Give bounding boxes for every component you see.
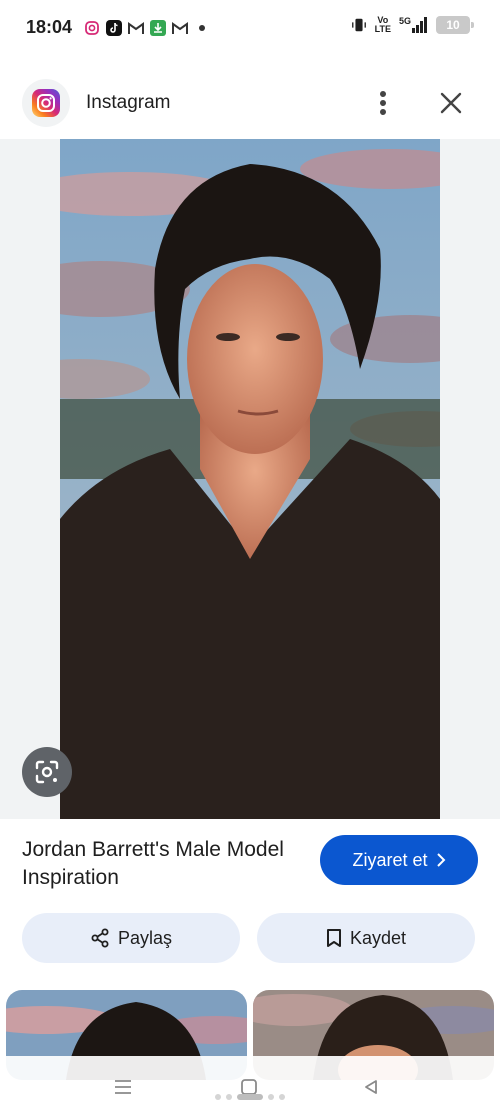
- recent-apps-button[interactable]: [108, 1074, 138, 1100]
- share-icon: [91, 928, 109, 948]
- status-bar: 18:04 Vo LTE 5G 10: [0, 0, 500, 56]
- main-result-image[interactable]: [60, 139, 440, 819]
- download-notification-icon: [150, 20, 166, 36]
- image-preview-area: [0, 139, 500, 819]
- gmail-notification-icon: [128, 20, 144, 36]
- lens-search-button[interactable]: [22, 747, 72, 797]
- page-dot-active: [237, 1094, 263, 1100]
- tiktok-notification-icon: [106, 20, 122, 36]
- vibrate-icon: [351, 17, 367, 33]
- share-label: Paylaş: [117, 927, 173, 948]
- gmail-notification-icon-2: [172, 20, 188, 36]
- more-options-button[interactable]: [368, 86, 398, 120]
- signal-5g-text: 5G: [398, 16, 411, 26]
- page-dot: [226, 1094, 232, 1100]
- visit-button-label: Ziyaret et: [352, 849, 428, 870]
- volte-indicator: Vo LTE: [375, 16, 391, 34]
- system-status-icons: Vo LTE 5G 10: [351, 16, 474, 34]
- close-icon: [440, 92, 462, 114]
- result-title: Jordan Barrett's Male Model Inspiration: [22, 838, 284, 889]
- chevron-right-icon: [436, 853, 445, 867]
- visit-button[interactable]: Ziyaret et: [320, 835, 478, 885]
- back-button[interactable]: [356, 1074, 386, 1100]
- more-vert-icon: [380, 91, 386, 115]
- notification-icons: [84, 20, 210, 36]
- volte-bottom-text: LTE: [374, 24, 391, 34]
- result-header: Instagram: [0, 64, 500, 140]
- page-dot: [279, 1094, 285, 1100]
- save-button[interactable]: Kaydet: [257, 913, 475, 963]
- signal-bars-icon: [412, 17, 427, 33]
- share-button[interactable]: Paylaş: [22, 913, 240, 963]
- signal-indicator: 5G: [399, 17, 428, 33]
- close-button[interactable]: [434, 86, 468, 120]
- source-name[interactable]: Instagram: [86, 92, 170, 114]
- instagram-logo-icon: [22, 79, 70, 127]
- status-time: 18:04: [26, 17, 73, 37]
- bookmark-icon: [326, 929, 341, 947]
- page-indicator: [215, 1094, 285, 1100]
- instagram-notification-icon: [84, 20, 100, 36]
- battery-indicator: 10: [436, 16, 474, 34]
- more-notifications-dot-icon: [194, 20, 210, 36]
- menu-icon: [115, 1080, 131, 1094]
- lens-icon: [35, 760, 59, 784]
- page-dot: [215, 1094, 221, 1100]
- system-navigation-bar: [0, 1056, 500, 1117]
- back-triangle-icon: [365, 1080, 377, 1094]
- save-label: Kaydet: [349, 927, 407, 948]
- page-dot: [268, 1094, 274, 1100]
